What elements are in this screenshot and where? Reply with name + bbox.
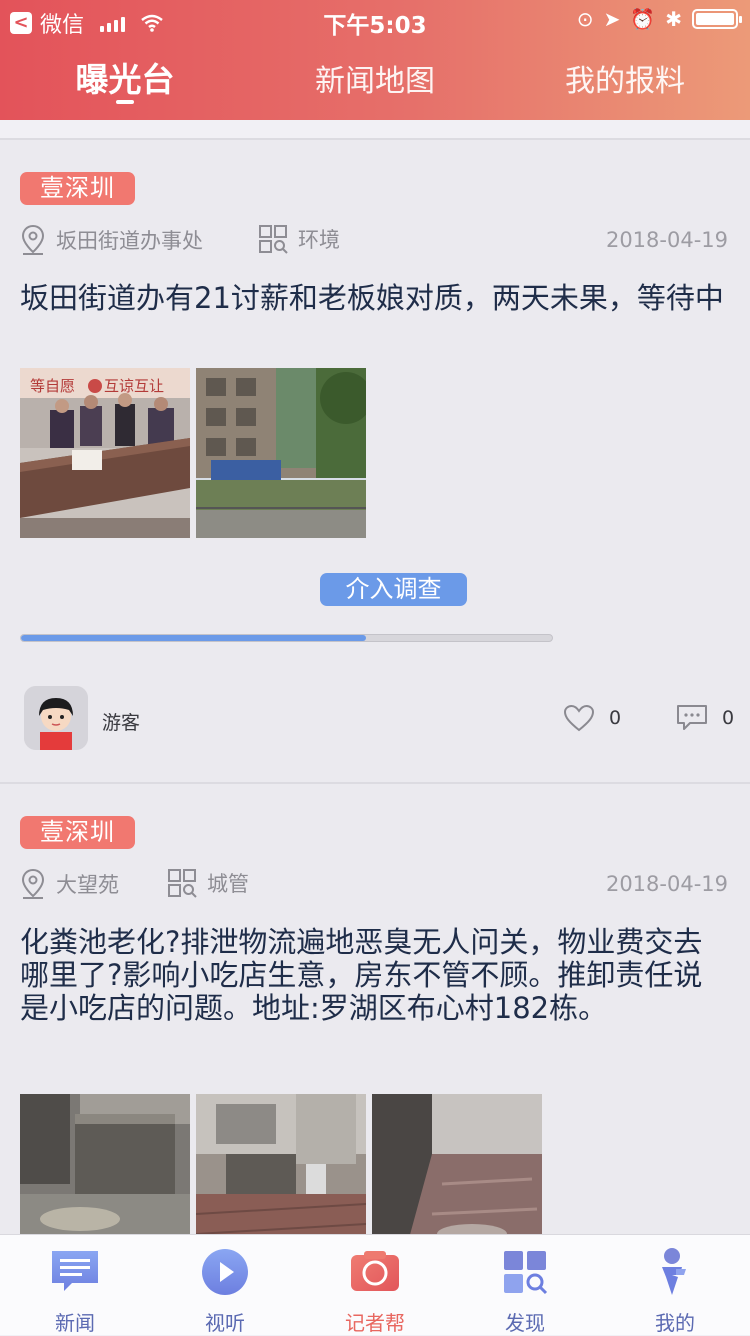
- post-images: 等自愿 互谅互让: [20, 368, 366, 538]
- nav-reporter-help[interactable]: 记者帮: [300, 1235, 450, 1335]
- camera-icon: [351, 1251, 399, 1291]
- post-card[interactable]: 壹深圳 大望苑 城管 2018-04-19 化粪池老化?排泄物流遍地恶臭无人问关…: [0, 782, 750, 1264]
- tab-exposure[interactable]: 曝光台: [0, 53, 250, 101]
- status-bar: < 微信 下午5:03 ⊙ ➤ ⏰ ✱: [0, 0, 750, 40]
- source-tag[interactable]: 壹深圳: [20, 816, 135, 849]
- active-tab-indicator: [116, 100, 134, 104]
- category-label: 城管: [207, 872, 249, 896]
- post-location[interactable]: 坂田街道办事处: [20, 224, 203, 256]
- nav-me[interactable]: 我的: [600, 1235, 750, 1335]
- source-tag[interactable]: 壹深圳: [20, 172, 135, 205]
- bottom-nav: 新闻 视听 记者帮 发现 我的: [0, 1234, 750, 1335]
- heart-icon: [563, 704, 595, 732]
- post-category[interactable]: 城管: [167, 868, 249, 898]
- post-date: 2018-04-19: [605, 228, 728, 252]
- location-pin-icon: [21, 868, 45, 899]
- progress-fill: [21, 635, 367, 641]
- nav-label: 发现: [505, 1311, 545, 1335]
- post-location[interactable]: 大望苑: [20, 868, 119, 900]
- sign-text: 互谅互让: [104, 377, 164, 395]
- location-arrow-icon: ➤: [603, 7, 621, 31]
- avatar[interactable]: [24, 686, 88, 750]
- location-pin-icon: [21, 224, 45, 255]
- category-grid-icon: [259, 225, 288, 254]
- feed[interactable]: 壹深圳 坂田街道办事处 环境 2018-04-19 坂田街道办有21讨薪和老板娘…: [0, 138, 750, 1264]
- news-chat-icon: [52, 1251, 98, 1291]
- sign-text: 等自愿: [30, 377, 75, 395]
- post-title[interactable]: 坂田街道办有21讨薪和老板娘对质，两天未果，等待中: [20, 282, 730, 315]
- play-circle-icon: [202, 1249, 248, 1295]
- battery-icon: [692, 9, 742, 29]
- location-label: 坂田街道办事处: [56, 229, 203, 253]
- location-label: 大望苑: [56, 873, 119, 897]
- like-count: 0: [609, 707, 622, 729]
- tab-news-map[interactable]: 新闻地图: [250, 56, 500, 100]
- post-category[interactable]: 环境: [258, 224, 340, 254]
- profile-icon: [662, 1248, 686, 1295]
- alarm-icon: ⏰: [630, 7, 656, 31]
- top-tabs: 曝光台 新闻地图 我的报料: [0, 50, 750, 110]
- category-grid-icon: [168, 869, 197, 898]
- tab-my-reports[interactable]: 我的报料: [500, 56, 750, 100]
- nav-news[interactable]: 新闻: [0, 1235, 150, 1335]
- category-label: 环境: [298, 228, 340, 252]
- post-image[interactable]: [196, 368, 366, 538]
- rotation-lock-icon: ⊙: [576, 7, 594, 31]
- nav-av[interactable]: 视听: [150, 1235, 300, 1335]
- nav-label: 记者帮: [345, 1311, 405, 1335]
- like-button[interactable]: 0: [563, 704, 621, 732]
- progress-bar: [20, 634, 553, 642]
- post-card[interactable]: 壹深圳 坂田街道办事处 环境 2018-04-19 坂田街道办有21讨薪和老板娘…: [0, 138, 750, 782]
- username[interactable]: 游客: [102, 708, 140, 735]
- nav-label: 视听: [205, 1311, 245, 1335]
- comment-button[interactable]: 0: [676, 704, 734, 732]
- nav-label: 新闻: [55, 1311, 95, 1335]
- post-image[interactable]: 等自愿 互谅互让: [20, 368, 190, 538]
- header: < 微信 下午5:03 ⊙ ➤ ⏰ ✱ 曝光台 新闻地图 我的报料: [0, 0, 750, 120]
- comment-icon: [677, 705, 707, 730]
- status-badge: 介入调查: [320, 573, 467, 606]
- discover-grid-icon: [504, 1251, 548, 1295]
- status-icons: ⊙ ➤ ⏰ ✱: [576, 7, 742, 31]
- nav-label: 我的: [655, 1311, 695, 1335]
- post-date: 2018-04-19: [605, 872, 728, 896]
- bluetooth-icon: ✱: [665, 7, 682, 31]
- nav-discover[interactable]: 发现: [450, 1235, 600, 1335]
- comment-count: 0: [722, 707, 735, 729]
- post-title[interactable]: 化粪池老化?排泄物流遍地恶臭无人问关，物业费交去哪里了?影响小吃店生意，房东不管…: [20, 926, 730, 1025]
